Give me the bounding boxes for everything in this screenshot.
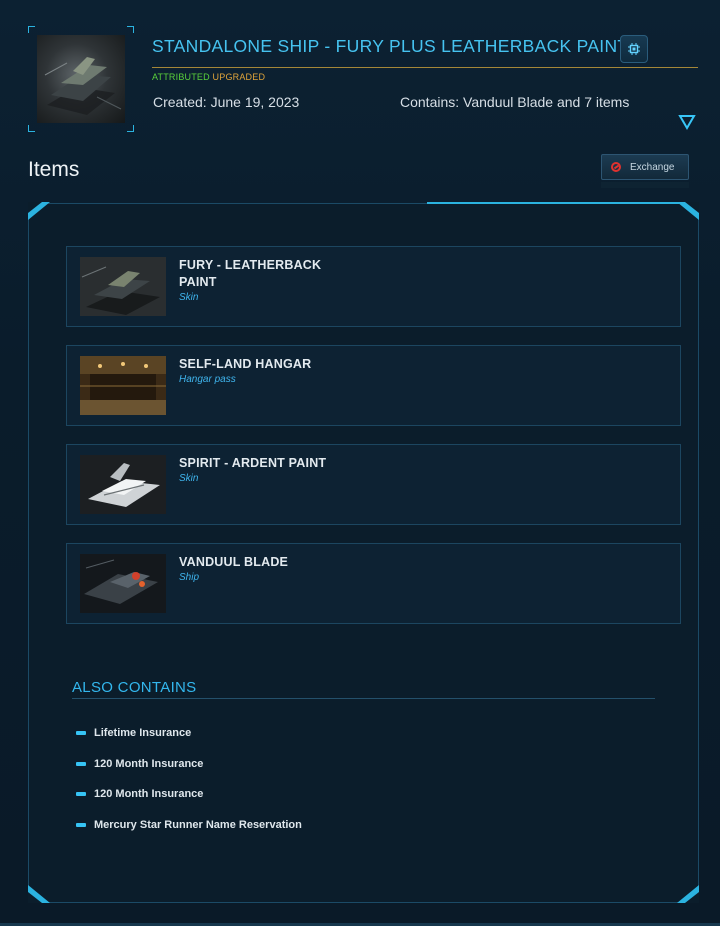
- dash-bullet-icon: [76, 823, 86, 827]
- contains-summary: Contains: Vanduul Blade and 7 items: [400, 94, 630, 110]
- item-type: Skin: [179, 473, 199, 484]
- also-contains-item: Mercury Star Runner Name Reservation: [76, 817, 302, 833]
- also-contains-item: 120 Month Insurance: [76, 756, 203, 772]
- item-card-vanduul[interactable]: VANDUUL BLADE Ship: [66, 543, 681, 624]
- dash-bullet-icon: [76, 731, 86, 735]
- item-card-hangar[interactable]: SELF-LAND HANGAR Hangar pass: [66, 345, 681, 426]
- corner-top-left-icon: [28, 202, 50, 220]
- upgrade-chip-button[interactable]: [620, 35, 648, 63]
- dash-bullet-icon: [76, 762, 86, 766]
- spirit-ardent-image: [80, 455, 166, 514]
- expand-toggle[interactable]: [678, 113, 696, 131]
- attributed-tag: ATTRIBUTED: [152, 72, 210, 82]
- also-contains-label: Lifetime Insurance: [94, 727, 192, 739]
- also-contains-heading: ALSO CONTAINS: [72, 679, 197, 696]
- pledge-title: STANDALONE SHIP - FURY PLUS LEATHERBACK …: [152, 36, 629, 56]
- dash-bullet-icon: [76, 792, 86, 796]
- title-divider: [152, 67, 698, 68]
- fury-ship-image: [37, 35, 125, 123]
- microchip-icon: [628, 43, 640, 55]
- pledge-tags: ATTRIBUTED UPGRADED: [152, 72, 265, 82]
- also-contains-item: Lifetime Insurance: [76, 725, 191, 741]
- also-contains-label: 120 Month Insurance: [94, 758, 204, 770]
- corner-top-right-icon: [677, 202, 699, 220]
- also-contains-label: 120 Month Insurance: [94, 788, 204, 800]
- created-date: Created: June 19, 2023: [153, 94, 300, 110]
- item-type: Hangar pass: [179, 374, 236, 385]
- also-contains-item: 120 Month Insurance: [76, 786, 203, 802]
- item-name: VANDUUL BLADE: [179, 555, 289, 569]
- fury-leatherback-image: [80, 257, 166, 316]
- item-type: Skin: [179, 292, 199, 303]
- panel-top-highlight: [427, 202, 689, 204]
- upgraded-tag: UPGRADED: [212, 72, 266, 82]
- triangle-down-icon: [678, 115, 696, 130]
- exchange-label: Exchange: [630, 161, 675, 173]
- pledge-page: STANDALONE SHIP - FURY PLUS LEATHERBACK …: [0, 0, 720, 926]
- exchange-button[interactable]: Exchange: [601, 154, 689, 180]
- items-heading: Items: [28, 158, 80, 181]
- exchange-button-shadow: [601, 182, 689, 188]
- corner-bottom-left-icon: [28, 885, 50, 903]
- item-card-spirit[interactable]: SPIRIT - ARDENT PAINT Skin: [66, 444, 681, 525]
- item-card-fury[interactable]: FURY - LEATHERBACK PAINT Skin: [66, 246, 681, 327]
- corner-bottom-right-icon: [677, 885, 699, 903]
- prohibited-icon: [611, 162, 621, 172]
- item-name: FURY - LEATHERBACK PAINT: [179, 258, 322, 289]
- vanduul-blade-image: [80, 554, 166, 613]
- item-name: SPIRIT - ARDENT PAINT: [179, 456, 327, 470]
- also-contains-divider: [72, 698, 655, 699]
- item-type: Ship: [179, 572, 200, 583]
- item-name: SELF-LAND HANGAR: [179, 357, 312, 371]
- also-contains-label: Mercury Star Runner Name Reservation: [94, 819, 302, 831]
- pledge-thumbnail[interactable]: [28, 26, 134, 132]
- self-land-hangar-image: [80, 356, 166, 415]
